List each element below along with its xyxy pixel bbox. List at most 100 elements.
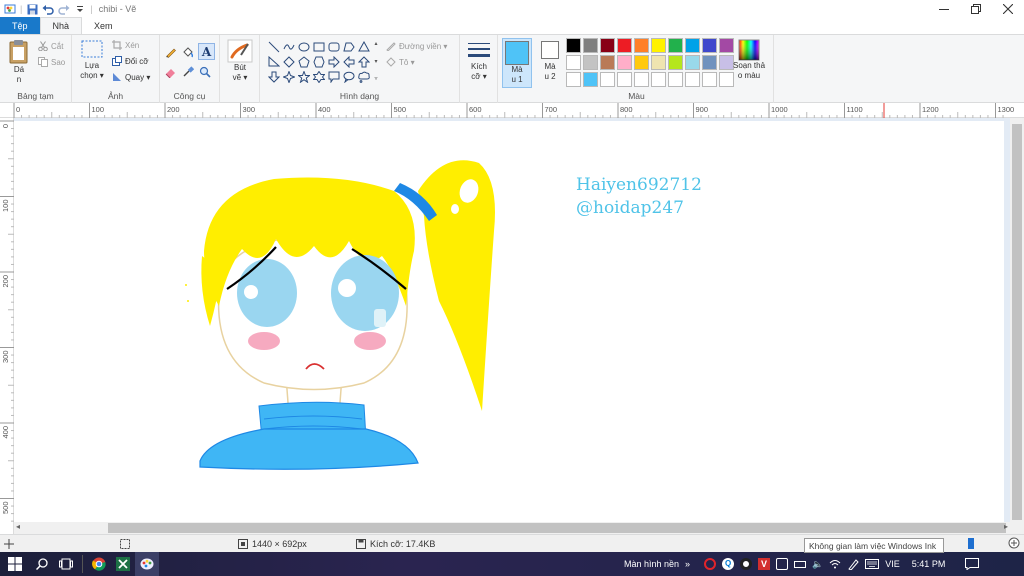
- shape-rect-callout[interactable]: [326, 69, 341, 84]
- edit-colors-button[interactable]: Soạn thả o màu: [728, 39, 770, 81]
- shape-oval-callout[interactable]: [341, 69, 356, 84]
- copy-button[interactable]: Sao: [38, 57, 65, 67]
- customize-qat-icon[interactable]: [74, 3, 86, 15]
- start-button[interactable]: [0, 552, 30, 576]
- paste-button[interactable]: Dá n: [6, 39, 32, 85]
- shape-left-arrow[interactable]: [341, 54, 356, 69]
- shape-polygon[interactable]: [341, 39, 356, 54]
- taskbar-chrome[interactable]: [87, 552, 111, 576]
- shapes-scroll[interactable]: ▴ ▾ ▿: [372, 40, 380, 82]
- eraser-tool[interactable]: [164, 65, 178, 79]
- ruler-label: 400: [1, 426, 10, 439]
- shape-pentagon[interactable]: [296, 54, 311, 69]
- app-tray-icon[interactable]: [776, 558, 789, 570]
- ruler-label: 100: [1, 200, 10, 213]
- save-icon[interactable]: [26, 3, 38, 15]
- vivaldi-icon[interactable]: V: [758, 558, 771, 570]
- shape-cloud-callout[interactable]: [356, 69, 371, 84]
- restore-button[interactable]: [960, 0, 992, 18]
- horizontal-scrollbar[interactable]: ◂ ▸: [14, 522, 1010, 534]
- magnifier-tool[interactable]: [198, 65, 212, 79]
- search-icon: [36, 558, 48, 570]
- shape-down-arrow[interactable]: [266, 69, 281, 84]
- taskbar-excel[interactable]: [111, 552, 135, 576]
- eyedropper-icon: [183, 66, 194, 77]
- volume-icon[interactable]: 🔈: [812, 559, 823, 570]
- tab-file[interactable]: Tệp: [0, 17, 40, 34]
- vertical-scrollbar[interactable]: [1010, 118, 1024, 534]
- brushes-button[interactable]: Bút vẽ ▾: [225, 39, 255, 83]
- shape-outline-button[interactable]: Đường viền ▾: [386, 41, 447, 51]
- minimize-icon: [939, 9, 949, 10]
- color-spectrum-icon: [738, 39, 760, 61]
- horizontal-scroll-thumb[interactable]: [108, 523, 1006, 533]
- shape-right-arrow[interactable]: [326, 54, 341, 69]
- redo-icon[interactable]: [58, 3, 70, 15]
- pencil-tool[interactable]: [164, 45, 178, 59]
- shape-up-arrow[interactable]: [356, 54, 371, 69]
- colors-group-label: Màu: [628, 91, 645, 101]
- shape-five-point-star[interactable]: [296, 69, 311, 84]
- antivirus-icon[interactable]: [740, 558, 753, 570]
- shape-triangle[interactable]: [356, 39, 371, 54]
- scroll-left-icon[interactable]: ◂: [16, 522, 20, 531]
- task-view-button[interactable]: [54, 552, 78, 576]
- shape-oval[interactable]: [296, 39, 311, 54]
- battery-icon[interactable]: [794, 560, 807, 568]
- resize-label: Đổi cỡ: [125, 56, 149, 66]
- tab-home[interactable]: Nhà: [39, 17, 83, 34]
- search-button[interactable]: [30, 552, 54, 576]
- notifications-icon[interactable]: [965, 558, 980, 570]
- shape-four-point-star[interactable]: [281, 69, 296, 84]
- close-button[interactable]: [992, 0, 1024, 18]
- color-picker-tool[interactable]: [181, 65, 195, 79]
- paste-icon: [9, 40, 28, 64]
- shape-right-triangle[interactable]: [266, 54, 281, 69]
- zoom-in-button[interactable]: [1008, 537, 1020, 549]
- chevron-right-icon[interactable]: »: [685, 559, 690, 569]
- input-language[interactable]: VIE: [885, 559, 900, 569]
- shape-six-point-star[interactable]: [311, 69, 326, 84]
- tab-view[interactable]: Xem: [82, 17, 125, 34]
- zoom-slider-thumb[interactable]: [968, 538, 974, 549]
- ruler-label: 300: [1, 351, 10, 364]
- shapes-group-label: Hình dạng: [339, 91, 380, 101]
- skype-icon[interactable]: Q: [722, 558, 735, 570]
- scroll-right-icon[interactable]: ▸: [1004, 522, 1008, 531]
- wifi-icon[interactable]: [829, 558, 841, 570]
- shape-hexagon[interactable]: [311, 54, 326, 69]
- drawing-canvas[interactable]: Haiyen692712 @hoidap247: [14, 121, 1004, 522]
- taskbar-paint[interactable]: [135, 552, 159, 576]
- shape-curve[interactable]: [281, 39, 296, 54]
- rotate-button[interactable]: Quay ▾: [112, 72, 150, 82]
- crop-label: Xén: [125, 40, 140, 50]
- minimize-button[interactable]: [928, 0, 960, 18]
- ruler-label: 1100: [847, 105, 863, 114]
- clock[interactable]: 5:41 PM: [912, 559, 946, 569]
- shape-line[interactable]: [266, 39, 281, 54]
- text-tool[interactable]: A: [198, 43, 215, 60]
- select-button[interactable]: Lựa chọn ▾: [78, 39, 106, 81]
- crop-button[interactable]: Xén: [112, 40, 139, 50]
- shape-diamond[interactable]: [281, 54, 296, 69]
- shape-rounded-rectangle[interactable]: [326, 39, 341, 54]
- shape-fill-button[interactable]: Tô ▾: [386, 57, 415, 67]
- window-controls: [928, 0, 1024, 18]
- keyboard-icon[interactable]: [865, 559, 880, 569]
- size-button[interactable]: Kích cỡ ▾: [464, 40, 494, 82]
- shape-rectangle[interactable]: [311, 39, 326, 54]
- fill-tool[interactable]: [181, 45, 195, 59]
- resize-button[interactable]: Đổi cỡ: [112, 56, 148, 66]
- opera-icon[interactable]: [704, 558, 717, 570]
- rotate-icon: [113, 73, 121, 81]
- ruler-label: 700: [545, 105, 558, 114]
- desktop-toolbar-label[interactable]: Màn hình nền: [624, 559, 679, 569]
- undo-icon[interactable]: [42, 3, 55, 15]
- zoom-slider[interactable]: [968, 538, 974, 549]
- windows-ink-icon[interactable]: [847, 558, 859, 570]
- vertical-scroll-thumb[interactable]: [1012, 124, 1022, 520]
- ruler-label: 1300: [998, 105, 1015, 114]
- text-a-icon: A: [201, 44, 212, 59]
- copy-icon: [38, 57, 48, 67]
- cut-button[interactable]: Cắt: [38, 41, 63, 51]
